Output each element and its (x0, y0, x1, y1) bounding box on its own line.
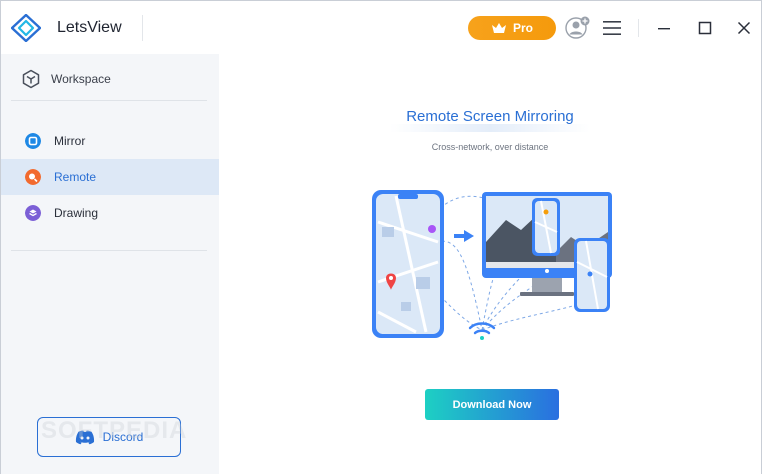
main-content: Remote Screen Mirroring Cross-network, o… (219, 54, 761, 474)
page-title: Remote Screen Mirroring (406, 108, 574, 125)
sidebar-divider (11, 100, 207, 101)
crown-icon (491, 23, 506, 33)
remote-label: Remote (54, 170, 97, 184)
pro-button[interactable]: Pro (468, 16, 556, 40)
maximize-icon (698, 21, 712, 35)
remote-mirroring-illustration (372, 190, 612, 340)
minimize-icon (658, 28, 670, 30)
mirror-label: Mirror (54, 134, 86, 148)
cube-icon (22, 69, 40, 89)
download-now-button[interactable]: Download Now (425, 389, 559, 420)
drawing-label: Drawing (54, 206, 99, 220)
workspace-label: Workspace (51, 72, 111, 86)
title-divider (142, 15, 143, 41)
user-avatar-icon[interactable] (565, 16, 591, 40)
sidebar-item-drawing[interactable]: Drawing (1, 195, 219, 231)
sidebar: Workspace Mirror Remote Drawing Discord (1, 54, 219, 474)
app-window: LetsView Pro Workspace Mirror Remote Dra… (0, 0, 762, 474)
app-title: LetsView (57, 19, 122, 36)
minimize-button[interactable] (653, 17, 675, 39)
remote-icon (25, 169, 41, 185)
sidebar-item-mirror[interactable]: Mirror (1, 123, 219, 159)
letsview-logo-icon (11, 14, 41, 42)
watermark-text: SOFTPEDIA (41, 417, 188, 444)
maximize-button[interactable] (694, 17, 716, 39)
pro-label: Pro (512, 21, 533, 35)
title-bar: LetsView Pro (1, 1, 761, 54)
sidebar-divider (11, 250, 207, 251)
titlebar-separator (638, 19, 639, 37)
mirror-icon (25, 133, 41, 149)
drawing-icon (25, 205, 41, 221)
menu-icon[interactable] (603, 20, 621, 36)
close-icon (737, 21, 751, 35)
heading-decoration (390, 124, 590, 132)
sidebar-item-remote[interactable]: Remote (1, 159, 219, 195)
sidebar-item-workspace[interactable]: Workspace (11, 62, 207, 96)
close-button[interactable] (733, 17, 755, 39)
page-subtitle: Cross-network, over distance (431, 142, 549, 152)
